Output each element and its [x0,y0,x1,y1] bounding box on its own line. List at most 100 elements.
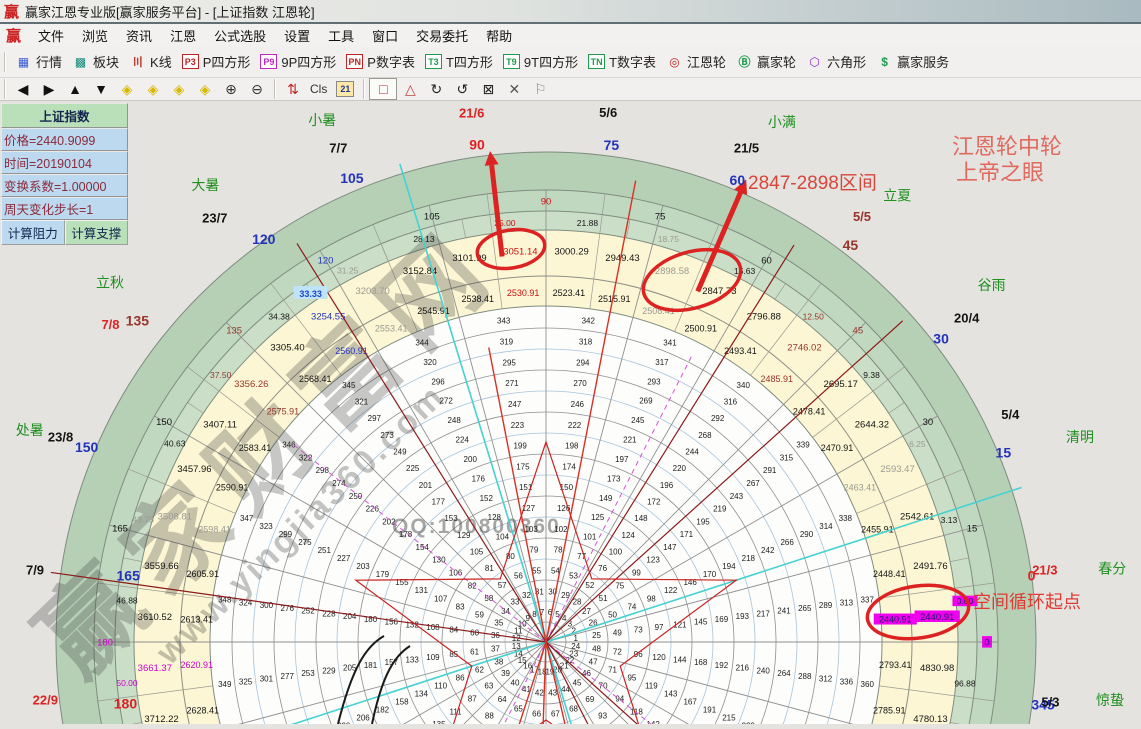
svg-text:2538.41: 2538.41 [461,294,494,304]
menu-item-资讯[interactable]: 资讯 [117,24,161,47]
svg-text:21.88: 21.88 [577,218,599,228]
svg-text:2695.17: 2695.17 [824,379,858,390]
9t-square-label: 9T四方形 [524,52,578,71]
tool-rotate-ccw[interactable]: ↺ [449,79,475,99]
toolbar-button-quotes[interactable]: ▦行情 [10,50,67,73]
svg-text:3559.66: 3559.66 [144,561,178,572]
svg-text:294: 294 [576,358,590,367]
calc-resistance-button[interactable]: 计算阻力 [1,220,65,245]
svg-text:2470.91: 2470.91 [821,443,854,453]
toolbar-button-9t-square[interactable]: T99T四方形 [498,50,583,73]
svg-text:42: 42 [535,688,544,697]
tool-zoom-out[interactable]: ⊖ [244,79,270,99]
tool-nav-left[interactable]: ◀ [10,79,36,99]
tool-pan-left[interactable]: ◈ [114,79,140,99]
solar-term-label: 惊蛰 [1096,692,1124,708]
svg-text:3407.11: 3407.11 [203,420,237,431]
toolbar-button-t-square[interactable]: T3T四方形 [420,50,498,73]
svg-text:220: 220 [673,464,687,473]
date-label: 5/3 [1041,695,1059,710]
tool-calendar[interactable]: 21 [336,81,354,97]
svg-text:53: 53 [569,571,578,580]
menu-item-浏览[interactable]: 浏览 [73,24,117,47]
svg-text:79: 79 [529,546,538,555]
svg-text:2568.41: 2568.41 [299,374,332,384]
svg-text:341: 341 [663,339,677,348]
tool-zoom-in[interactable]: ⊕ [218,79,244,99]
p-square-label: P四方形 [203,52,251,71]
menu-logo-icon: 赢 [6,25,21,46]
tool-draw-square[interactable]: □ [369,78,397,100]
hexagon-icon: ⬡ [806,54,823,69]
toolbar-button-p-table[interactable]: PNP数字表 [341,50,420,73]
panel-row-3: 周天变化步长=1 [1,197,128,220]
menu-item-设置[interactable]: 设置 [275,24,319,47]
svg-text:199: 199 [513,442,527,451]
solar-term-label: 小满 [768,114,796,130]
toolbar-button-sectors[interactable]: ▩板块 [67,50,124,73]
tool-pan-right[interactable]: ◈ [140,79,166,99]
svg-text:2463.41: 2463.41 [844,482,877,492]
tool-pan-down[interactable]: ◈ [192,79,218,99]
svg-text:124: 124 [622,531,636,540]
gann-wheel-canvas[interactable]: 赢家财富网www.yingjia360.comQQ:10080036012345… [0,101,1141,724]
toolbar-button-winner-service[interactable]: $赢家服务 [871,50,954,73]
menu-item-文件[interactable]: 文件 [29,24,73,47]
toolbar-button-hexagon[interactable]: ⬡六角形 [801,50,871,73]
svg-text:347: 347 [240,514,254,523]
svg-text:135: 135 [432,720,446,724]
gann-wheel-chart[interactable]: 赢家财富网www.yingjia360.comQQ:10080036012345… [0,101,1141,724]
quotes-label: 行情 [36,52,62,71]
menu-item-江恩[interactable]: 江恩 [161,24,205,47]
toolbar-button-kline[interactable]: 〣K线 [124,50,177,73]
tool-box-x[interactable]: ⊠ [475,79,501,99]
toolbar-button-gann-wheel[interactable]: ◎江恩轮 [661,50,731,73]
toolbar-button-9p-square[interactable]: P99P四方形 [255,50,341,73]
menu-item-公式选股[interactable]: 公式选股 [205,24,275,47]
svg-text:0: 0 [984,637,989,648]
svg-text:24: 24 [571,642,580,651]
svg-text:301: 301 [260,675,274,684]
tool-cls-button[interactable]: Cls [306,79,331,99]
toolbar-button-t-table[interactable]: TNT数字表 [583,50,661,73]
menu-item-交易委托[interactable]: 交易委托 [407,24,477,47]
menu-item-工具[interactable]: 工具 [319,24,363,47]
p-square-icon: P3 [182,54,199,69]
tool-rotate-cw[interactable]: ↻ [423,79,449,99]
toolbar-button-p-square[interactable]: P3 P四方形 [177,50,256,73]
svg-text:242: 242 [761,546,775,555]
toolbar-button-winner-wheel[interactable]: Ⓑ赢家轮 [731,50,801,73]
svg-text:292: 292 [711,414,725,423]
title-bar[interactable]: 赢 赢家江恩专业版[赢家服务平台] - [上证指数 江恩轮] [0,0,1141,24]
calc-support-button[interactable]: 计算支撑 [65,220,129,245]
svg-text:293: 293 [647,377,661,386]
tool-draw-triangle[interactable]: △ [397,79,423,99]
tool-cursor-down[interactable]: ▼ [88,79,114,99]
svg-text:145: 145 [694,618,708,627]
svg-text:84: 84 [449,626,458,635]
tool-updown-arrows[interactable]: ⇅ [280,79,306,99]
menu-item-帮助[interactable]: 帮助 [477,24,521,47]
svg-text:150: 150 [156,417,172,428]
svg-text:179: 179 [376,570,390,579]
tool-collapse-arrows[interactable]: ✕ [501,79,527,99]
svg-text:25: 25 [592,631,601,640]
tool-nav-right[interactable]: ▶ [36,79,62,99]
tool-pan-up[interactable]: ◈ [166,79,192,99]
svg-text:178: 178 [399,530,413,539]
svg-text:4780.13: 4780.13 [913,714,947,724]
svg-text:344: 344 [415,339,429,348]
svg-text:289: 289 [819,601,833,610]
index-info-panel: 上证指数 价格=2440.9099时间=20190104变换系数=1.00000… [1,103,128,245]
svg-text:2605.91: 2605.91 [186,569,219,579]
svg-text:323: 323 [259,522,273,531]
svg-text:338: 338 [839,514,853,523]
tool-cursor-up[interactable]: ▲ [62,79,88,99]
menu-item-窗口[interactable]: 窗口 [363,24,407,47]
svg-text:122: 122 [664,586,678,595]
annotation-text-0: 2847-2898区间 [748,172,877,194]
svg-text:2793.41: 2793.41 [879,660,912,670]
tool-flag[interactable]: ⚐ [527,79,553,99]
svg-text:318: 318 [579,337,593,346]
svg-text:90: 90 [541,196,552,207]
